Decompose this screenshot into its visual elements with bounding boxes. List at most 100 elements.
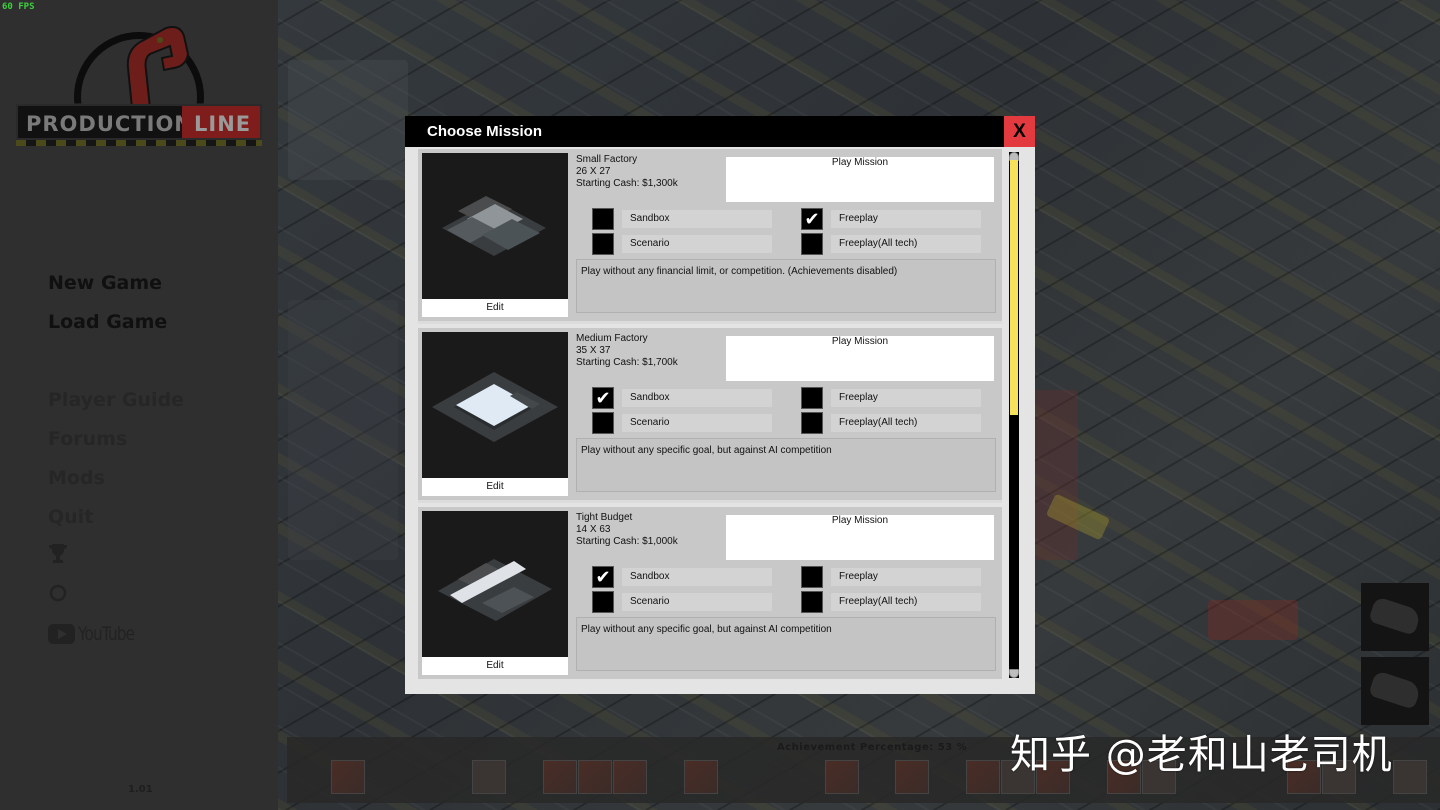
car-thumbnail[interactable] bbox=[1361, 657, 1429, 725]
mission-name: Small Factory bbox=[576, 154, 638, 165]
main-menu: New Game Load Game Player Guide Forums M… bbox=[48, 270, 184, 647]
checkbox[interactable] bbox=[801, 566, 823, 588]
menu-mods[interactable]: Mods bbox=[48, 465, 184, 504]
checkbox[interactable] bbox=[801, 387, 823, 409]
map-preview-image bbox=[438, 559, 552, 621]
logo-red-box: LINE bbox=[182, 106, 260, 138]
scroll-down-cap[interactable] bbox=[1009, 669, 1019, 678]
watermark: 知乎 @老和山老司机 bbox=[1010, 732, 1393, 778]
dialog-header: Choose Mission X bbox=[405, 116, 1035, 147]
play-mission-button[interactable]: Play Mission bbox=[726, 157, 994, 202]
menu-load-game[interactable]: Load Game bbox=[48, 309, 184, 348]
option-label: Freeplay bbox=[831, 389, 981, 407]
option-label: Sandbox bbox=[622, 389, 772, 407]
option-label: Freeplay(All tech) bbox=[831, 414, 981, 432]
edit-button[interactable]: Edit bbox=[422, 657, 568, 675]
option-label: Scenario bbox=[622, 235, 772, 253]
mission-description: Play without any financial limit, or com… bbox=[576, 259, 996, 313]
mission-size: 26 X 27 bbox=[576, 166, 611, 177]
option-label: Freeplay bbox=[831, 210, 981, 228]
edit-button[interactable]: Edit bbox=[422, 299, 568, 317]
mission-card: Edit Tight Budget 14 X 63 Starting Cash:… bbox=[418, 507, 1002, 679]
achievement-icon[interactable] bbox=[825, 760, 859, 794]
map-preview bbox=[422, 511, 568, 657]
map-preview-image bbox=[442, 196, 546, 256]
achievement-icon[interactable] bbox=[1393, 760, 1427, 794]
menu-quit[interactable]: Quit bbox=[48, 504, 184, 543]
mission-list-scrollbar[interactable] bbox=[1009, 152, 1019, 678]
mission-card: Edit Small Factory 26 X 27 Starting Cash… bbox=[418, 149, 1002, 324]
checkbox[interactable] bbox=[592, 412, 614, 434]
map-preview-image bbox=[432, 372, 558, 442]
floor-tile bbox=[288, 60, 408, 180]
logo-banner: PRODUCTION LINE bbox=[16, 104, 262, 140]
achievement-icon[interactable] bbox=[331, 760, 365, 794]
scroll-thumb[interactable] bbox=[1010, 160, 1018, 415]
achievement-icon[interactable] bbox=[895, 760, 929, 794]
mission-info: Small Factory 26 X 27 Starting Cash: $1,… bbox=[576, 154, 678, 190]
play-mission-button[interactable]: Play Mission bbox=[726, 515, 994, 560]
menu-spacer bbox=[48, 348, 184, 387]
mission-description: Play without any specific goal, but agai… bbox=[576, 438, 996, 492]
mission-list: Edit Small Factory 26 X 27 Starting Cash… bbox=[418, 149, 1002, 679]
robot-arm-icon bbox=[126, 26, 190, 109]
option-label: Freeplay(All tech) bbox=[831, 235, 981, 253]
mission-description: Play without any specific goal, but agai… bbox=[576, 617, 996, 671]
checkbox[interactable] bbox=[592, 233, 614, 255]
option-label: Scenario bbox=[622, 593, 772, 611]
mission-cash: Starting Cash: $1,300k bbox=[576, 178, 678, 189]
option-label: Sandbox bbox=[622, 210, 772, 228]
map-preview bbox=[422, 332, 568, 478]
logo-word-production: PRODUCTION bbox=[26, 112, 193, 136]
option-label: Freeplay bbox=[831, 568, 981, 586]
machine-sprite bbox=[1208, 600, 1298, 640]
achievement-icon[interactable] bbox=[684, 760, 718, 794]
car-icon bbox=[1368, 596, 1422, 636]
menu-player-guide[interactable]: Player Guide bbox=[48, 387, 184, 426]
mission-size: 14 X 63 bbox=[576, 524, 611, 535]
checkbox[interactable]: ✔ bbox=[592, 387, 614, 409]
checkbox[interactable] bbox=[801, 591, 823, 613]
achievement-icon[interactable] bbox=[543, 760, 577, 794]
achievement-icon[interactable] bbox=[578, 760, 612, 794]
youtube-icon bbox=[48, 624, 75, 644]
mission-name: Medium Factory bbox=[576, 333, 648, 344]
car-thumbnail[interactable] bbox=[1361, 583, 1429, 651]
mission-card: Edit Medium Factory 35 X 37 Starting Cas… bbox=[418, 328, 1002, 503]
mission-size: 35 X 37 bbox=[576, 345, 611, 356]
logo-word-line: LINE bbox=[194, 112, 252, 136]
checkbox[interactable] bbox=[592, 208, 614, 230]
checkbox[interactable] bbox=[801, 233, 823, 255]
menu-forums[interactable]: Forums bbox=[48, 426, 184, 465]
mission-name: Tight Budget bbox=[576, 512, 633, 523]
trophy-icon[interactable] bbox=[48, 543, 184, 582]
youtube-link[interactable]: YouTube bbox=[48, 621, 184, 647]
option-label: Sandbox bbox=[622, 568, 772, 586]
achievement-icon[interactable] bbox=[613, 760, 647, 794]
mission-cash: Starting Cash: $1,700k bbox=[576, 357, 678, 368]
checkbox[interactable]: ✔ bbox=[592, 566, 614, 588]
edit-button[interactable]: Edit bbox=[422, 478, 568, 496]
mission-info: Tight Budget 14 X 63 Starting Cash: $1,0… bbox=[576, 512, 678, 548]
circle-icon[interactable] bbox=[48, 582, 184, 621]
achievement-icon[interactable] bbox=[472, 760, 506, 794]
checkbox[interactable] bbox=[592, 591, 614, 613]
choose-mission-dialog: Choose Mission X Edit Small Factory 26 X… bbox=[405, 116, 1035, 694]
fps-counter: 60 FPS bbox=[2, 2, 35, 12]
menu-new-game[interactable]: New Game bbox=[48, 270, 184, 309]
checkbox[interactable]: ✔ bbox=[801, 208, 823, 230]
achievement-icon[interactable] bbox=[966, 760, 1000, 794]
mission-info: Medium Factory 35 X 37 Starting Cash: $1… bbox=[576, 333, 678, 369]
game-screen: 60 FPS PRODUCTION LINE New Game Load Gam… bbox=[0, 0, 1440, 810]
option-label: Scenario bbox=[622, 414, 772, 432]
play-mission-button[interactable]: Play Mission bbox=[726, 336, 994, 381]
close-button[interactable]: X bbox=[1004, 116, 1035, 147]
achievement-percentage: Achievement Percentage: 53 % bbox=[777, 742, 968, 753]
checkbox[interactable] bbox=[801, 412, 823, 434]
option-label: Freeplay(All tech) bbox=[831, 593, 981, 611]
version-label: 1.01 bbox=[128, 784, 153, 795]
floor-tile bbox=[288, 300, 398, 560]
mission-cash: Starting Cash: $1,000k bbox=[576, 536, 678, 547]
game-logo: PRODUCTION LINE bbox=[14, 12, 264, 150]
dialog-title: Choose Mission bbox=[427, 123, 543, 140]
